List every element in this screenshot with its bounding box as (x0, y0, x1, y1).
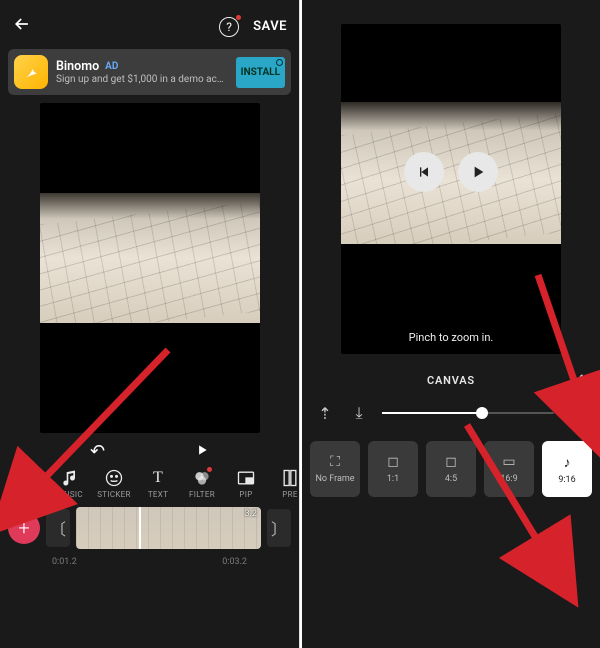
zoom-slider-row: ⇡ ⤓ (302, 397, 600, 437)
editor-left-pane: ? SAVE Binomo AD Sign up and get $1,000 … (0, 0, 300, 648)
playhead[interactable] (139, 507, 141, 549)
timeline-clip[interactable]: 3.2 (76, 507, 261, 549)
help-icon[interactable]: ? (219, 17, 239, 37)
move-up-icon[interactable]: ⇡ (314, 404, 336, 423)
tool-text-label: TEXT (148, 490, 168, 499)
tool-music[interactable]: MUSIC (48, 468, 92, 499)
canvas-right-pane: Pinch to zoom in. CANVAS ✓ ⇡ ⤓ ⛶ No Fram… (302, 0, 600, 648)
ad-subtitle: Sign up and get $1,000 in a demo account… (56, 74, 228, 85)
play-icon[interactable] (458, 152, 498, 192)
ad-app-icon (14, 55, 48, 89)
tool-pip-label: PIP (239, 490, 252, 499)
ratio-16-9-label: 16:9 (500, 474, 517, 484)
ratio-no-frame-label: No Frame (315, 474, 354, 484)
video-preview[interactable] (40, 103, 260, 433)
zoom-slider[interactable] (382, 412, 554, 414)
ratio-1-1[interactable]: ◻ 1:1 (368, 441, 418, 497)
video-preview[interactable]: Pinch to zoom in. (341, 24, 561, 354)
zoom-hint: Pinch to zoom in. (341, 331, 561, 344)
ratio-4-5[interactable]: ◻ 4:5 (426, 441, 476, 497)
expand-icon: ⛶ (330, 454, 340, 470)
tool-filter-label: FILTER (189, 490, 215, 499)
ratio-9-16-label: 9:16 (558, 475, 575, 485)
timeline-time-total: 0:03.2 (222, 557, 247, 567)
tiktok-icon: ♪ (564, 454, 571, 471)
ad-text: Binomo AD Sign up and get $1,000 in a de… (56, 59, 228, 85)
tool-pre[interactable]: PRE (268, 468, 299, 499)
tool-text[interactable]: T TEXT (136, 468, 180, 499)
download-icon[interactable]: ⤓ (348, 403, 370, 423)
ratio-4-5-label: 4:5 (445, 474, 457, 484)
back-arrow-icon[interactable] (12, 14, 32, 39)
ad-title: Binomo (56, 59, 99, 74)
top-bar: ? SAVE (0, 0, 299, 49)
ratio-16-9[interactable]: ▭ 16:9 (484, 441, 534, 497)
slider-thumb[interactable] (476, 407, 488, 419)
tool-bar: CANVAS MUSIC STICKER T TEXT FILTER PIP P… (0, 466, 299, 499)
ratio-no-frame[interactable]: ⛶ No Frame (310, 441, 360, 497)
tool-pip[interactable]: PIP (224, 468, 268, 499)
timeline-time-current: 0:01.2 (52, 557, 77, 567)
play-icon[interactable] (195, 443, 209, 461)
undo-icon[interactable]: ↶ (90, 441, 105, 462)
ad-banner[interactable]: Binomo AD Sign up and get $1,000 in a de… (8, 49, 291, 95)
tool-pre-label: PRE (282, 490, 297, 499)
tool-sticker[interactable]: STICKER (92, 468, 136, 499)
timeline[interactable]: + 〔 3.2 〕 (0, 499, 299, 557)
tool-music-label: MUSIC (57, 490, 83, 499)
fit-icon[interactable] (566, 404, 588, 423)
ad-tag: AD (105, 61, 118, 72)
section-label-canvas: CANVAS (427, 374, 475, 387)
ratio-1-1-label: 1:1 (387, 474, 399, 484)
confirm-check-icon[interactable]: ✓ (571, 370, 586, 391)
save-button[interactable]: SAVE (253, 19, 287, 34)
youtube-icon: ▭ (502, 454, 515, 470)
aspect-ratio-bar: ⛶ No Frame ◻ 1:1 ◻ 4:5 ▭ 16:9 ♪ 9:16 3:4 (302, 437, 600, 509)
ratio-9-16[interactable]: ♪ 9:16 (542, 441, 592, 497)
clip-duration: 3.2 (245, 509, 258, 519)
instagram-icon: ◻ (387, 454, 399, 470)
tool-canvas-label: CANVAS (10, 490, 43, 499)
timeline-handle-right[interactable]: 〕 (267, 509, 291, 547)
timeline-handle-left[interactable]: 〔 (46, 509, 70, 547)
prev-frame-icon[interactable] (404, 152, 444, 192)
tool-filter[interactable]: FILTER (180, 468, 224, 499)
ad-install-button[interactable]: INSTALL (236, 57, 285, 88)
instagram-icon: ◻ (445, 454, 457, 470)
add-clip-button[interactable]: + (8, 512, 40, 544)
tool-canvas[interactable]: CANVAS (4, 468, 48, 499)
preview-image (40, 193, 260, 323)
tool-sticker-label: STICKER (97, 490, 131, 499)
